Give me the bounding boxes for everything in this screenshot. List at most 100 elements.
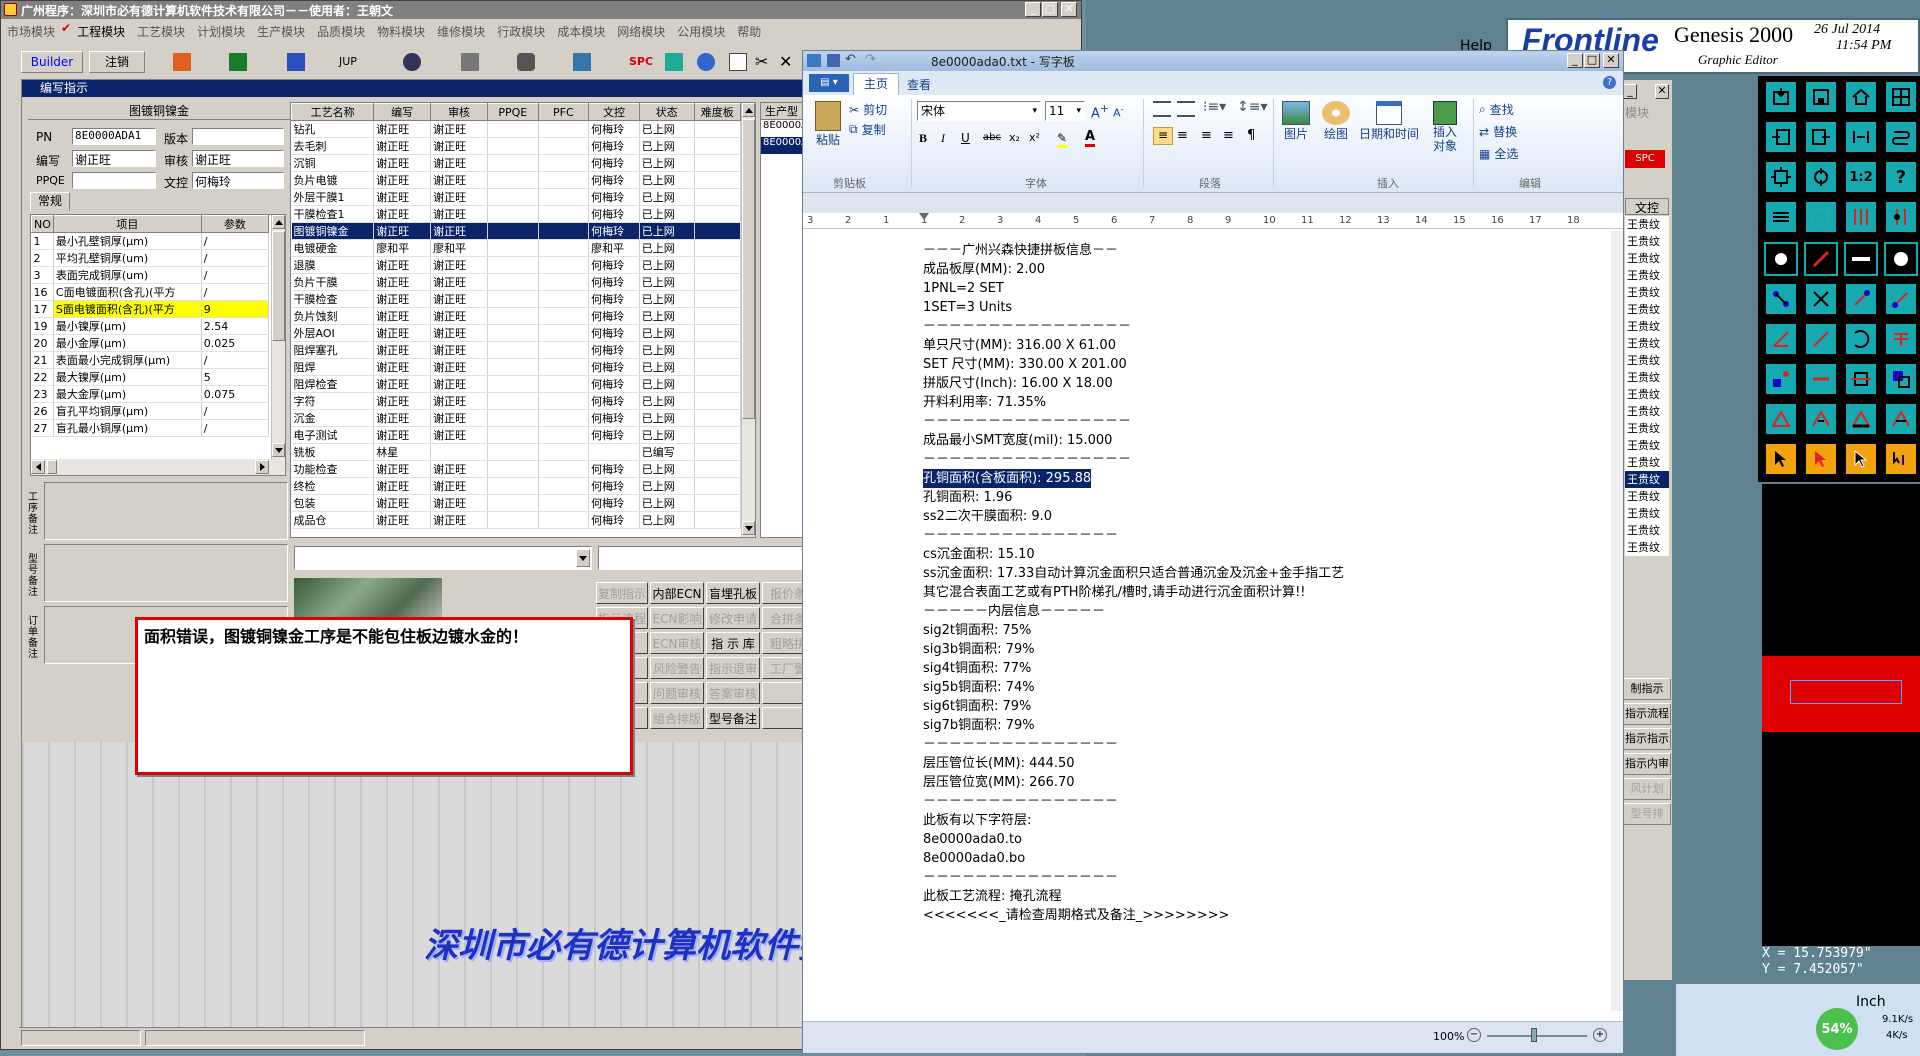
tool-pad-icon[interactable] [1764,242,1798,276]
side-button[interactable]: 风计划 [1623,778,1671,800]
align-center-button[interactable]: ≡ [1177,128,1188,143]
table-row[interactable]: 1 最小孔壁铜厚(μm) / [31,232,270,250]
font-color-icon[interactable]: A [1085,129,1096,147]
scroll-left-arrow[interactable] [31,460,45,474]
increase-indent-icon[interactable] [1177,101,1195,117]
table-row[interactable]: 沉金 谢正旺 谢正旺 何梅玲 已上网 [291,409,742,427]
table-row[interactable]: 阻焊 谢正旺 谢正旺 何梅玲 已上网 [291,358,742,376]
table-row[interactable]: 铣板 林星 已编写 [291,443,742,461]
error-dialog[interactable]: 面积错误，图镀铜镍金工序是不能包住板边镀水金的！ [135,617,633,775]
process-col-header[interactable]: 状态 [638,103,695,121]
param-value[interactable]: / [201,419,270,437]
param-value[interactable]: 2.54 [201,317,270,335]
side-list-item[interactable]: 王贵纹 [1625,335,1669,352]
word-icon[interactable] [287,53,305,71]
param-value[interactable]: / [201,402,270,420]
gear-icon[interactable] [517,53,535,71]
param-value[interactable]: / [201,283,270,301]
params-col-header[interactable]: NO [31,215,54,233]
tool-arc-icon[interactable] [1844,322,1878,356]
table-row[interactable]: 27 盲孔最小铜厚(μm) / [31,419,270,437]
menu-item-1[interactable]: 工程模块 [71,21,131,41]
picture-button[interactable]: 图片 [1279,101,1313,142]
menu-item-3[interactable]: 计划模块 [191,21,251,41]
table-row[interactable]: 外层干膜1 谢正旺 谢正旺 何梅玲 已上网 [291,188,742,206]
menu-item-4[interactable]: 生产模块 [251,21,311,41]
font-size-select[interactable]: 11 ▾ [1045,101,1085,121]
side-list-item[interactable]: 王贵纹 [1625,454,1669,471]
side-list-item[interactable]: 王贵纹 [1625,386,1669,403]
table-row[interactable]: 电子测试 谢正旺 谢正旺 何梅玲 已上网 [291,426,742,444]
menu-item-5[interactable]: 品质模块 [311,21,371,41]
table-row[interactable]: 26 盲孔平均铜厚(μm) / [31,402,270,420]
side-list-item[interactable]: 王贵纹 [1625,505,1669,522]
scroll-up-arrow[interactable] [272,215,285,229]
side-minimize-button[interactable]: _ [1623,84,1637,99]
tool-save-icon[interactable] [1804,80,1838,114]
tool-curve-icon[interactable] [1884,120,1918,154]
action-button[interactable]: 修改申请 [706,607,760,629]
process-col-header[interactable]: 难度板 [693,103,742,121]
monitor-icon[interactable] [573,53,591,71]
table-row[interactable]: 21 表面最小完成铜厚(μm) / [31,351,270,369]
tool-right-icon[interactable] [1804,120,1838,154]
side-button[interactable]: 指示流程 [1623,703,1671,725]
param-value[interactable]: 5 [201,368,270,386]
side-list-item[interactable]: 王贵纹 [1625,403,1669,420]
scroll-down-arrow[interactable] [272,443,285,457]
hscroll-thumb[interactable] [47,460,57,474]
jup-button[interactable]: JUP [339,55,357,68]
menu-item-9[interactable]: 成本模块 [551,21,611,41]
menu-item-6[interactable]: 物料模块 [371,21,431,41]
table-row[interactable]: 电镀硬金 廖和平 廖和平 廖和平 已上网 [291,239,742,257]
action-button[interactable]: 指 示 库 [706,632,760,654]
tool-tri3-icon[interactable] [1844,402,1878,436]
note-textarea[interactable] [44,482,288,540]
align-right-button[interactable]: ≡ [1201,128,1212,143]
side-list-item[interactable]: 王贵纹 [1625,250,1669,267]
version-field[interactable] [192,128,284,145]
tool-open-icon[interactable] [1764,80,1798,114]
process-col-header[interactable]: PFC [537,103,590,121]
table-row[interactable]: 去毛刺 谢正旺 谢正旺 何梅玲 已上网 [291,137,742,155]
table-row[interactable]: 22 最大镍厚(μm) 5 [31,368,270,386]
spc-button[interactable]: SPC [629,55,653,68]
cut-button[interactable]: ✂ 剪切 [849,101,887,118]
menu-item-11[interactable]: 公用模块 [671,21,731,41]
copy-button[interactable]: ⧉ 复制 [849,121,886,138]
process-col-header[interactable]: 文控 [588,103,640,121]
insert-object-button[interactable]: 插入对象 [1425,101,1465,153]
side-list-item[interactable]: 王贵纹 [1625,522,1669,539]
table-row[interactable]: 阻焊塞孔 谢正旺 谢正旺 何梅玲 已上网 [291,341,742,359]
reviewer-field[interactable]: 谢正旺 [192,150,284,167]
refresh-icon[interactable] [665,53,683,71]
side-button[interactable]: 指示指示 [1623,728,1671,750]
params-col-header[interactable]: 参数 [200,215,270,233]
tool-connect-icon[interactable] [1844,282,1878,316]
process-vscroll[interactable] [741,103,755,537]
menu-item-0[interactable]: 市场模块 [1,21,61,41]
tool-tri4-icon[interactable] [1884,402,1918,436]
doc-icon[interactable] [173,53,191,71]
action-button[interactable]: 问题审核 [650,682,704,704]
tool-pick-icon[interactable] [1844,442,1878,476]
params-col-header[interactable]: 项目 [52,215,202,233]
erp-minimize-button[interactable]: _ [1025,2,1041,17]
pn-field[interactable]: 8E0000ADA1 [72,128,156,145]
paint-button[interactable]: 绘图 [1319,101,1353,142]
process-scroll-down[interactable] [742,521,755,535]
justify-button[interactable]: ≡ [1223,128,1234,143]
tool-pointer-icon[interactable] [1764,442,1798,476]
shrink-font-icon[interactable]: A- [1113,104,1124,120]
param-value[interactable]: 0.025 [201,334,270,352]
help-icon[interactable]: ? [1603,76,1616,89]
ruler[interactable]: 3 2 1 1 2 3 4 5 6 7 8 9 10 11 12 13 14 15 16 17 18 [803,213,1623,229]
side-list-item[interactable]: 王贵纹 [1625,216,1669,233]
param-value[interactable]: / [201,232,270,250]
scissors-icon[interactable]: ✂ [755,52,768,71]
side-list-item[interactable]: 王贵纹 [1625,352,1669,369]
tool-layers-icon[interactable] [1764,200,1798,234]
tool-line-icon[interactable] [1804,242,1838,276]
line-spacing-icon[interactable]: ↕≡▾ [1237,99,1268,115]
action-button[interactable]: 盲埋孔板 [706,582,760,604]
